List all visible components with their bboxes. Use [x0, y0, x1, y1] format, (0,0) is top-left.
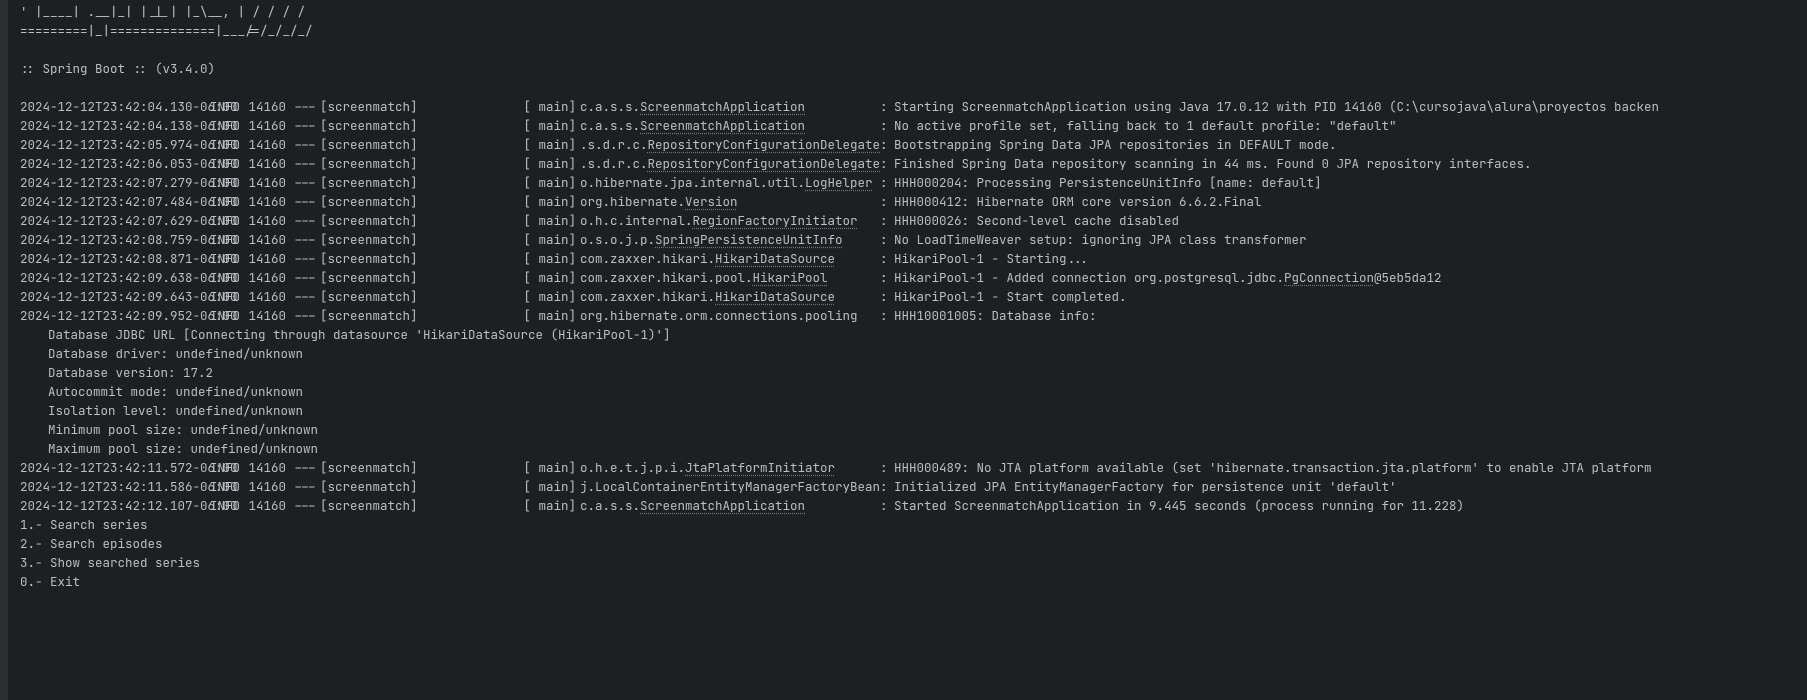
banner-line: :: Spring Boot :: (v3.4.0)	[20, 59, 1807, 78]
log-lines: 2024-12-12T23:42:04.130-06:00INFO 14160-…	[20, 97, 1807, 325]
log-row: 2024-12-12T23:42:11.586-06:00INFO 14160-…	[20, 477, 1807, 496]
log-row: 2024-12-12T23:42:08.759-06:00INFO 14160-…	[20, 230, 1807, 249]
db-info-line: Database driver: undefined/unknown	[20, 344, 1807, 363]
log-row: 2024-12-12T23:42:04.138-06:00INFO 14160-…	[20, 116, 1807, 135]
log-row: 2024-12-12T23:42:12.107-06:00INFO 14160-…	[20, 496, 1807, 515]
banner-line	[20, 40, 1807, 59]
db-info-line: Database JDBC URL [Connecting through da…	[20, 325, 1807, 344]
log-row: 2024-12-12T23:42:09.638-06:00INFO 14160-…	[20, 268, 1807, 287]
log-row: 2024-12-12T23:42:06.053-06:00INFO 14160-…	[20, 154, 1807, 173]
log-row: 2024-12-12T23:42:07.629-06:00INFO 14160-…	[20, 211, 1807, 230]
banner-line: =========|_|==============|___/=/_/_/_/	[20, 21, 1807, 40]
log-row: 2024-12-12T23:42:11.572-06:00INFO 14160-…	[20, 458, 1807, 477]
menu-option: 1.- Search series	[20, 515, 1807, 534]
db-info-line: Isolation level: undefined/unknown	[20, 401, 1807, 420]
log-row: 2024-12-12T23:42:04.130-06:00INFO 14160-…	[20, 97, 1807, 116]
log-row: 2024-12-12T23:42:08.871-06:00INFO 14160-…	[20, 249, 1807, 268]
log-row: 2024-12-12T23:42:05.974-06:00INFO 14160-…	[20, 135, 1807, 154]
application-menu: 1.- Search series2.- Search episodes3.- …	[20, 515, 1807, 591]
log-row: 2024-12-12T23:42:07.279-06:00INFO 14160-…	[20, 173, 1807, 192]
menu-option: 0.- Exit	[20, 572, 1807, 591]
menu-option: 2.- Search episodes	[20, 534, 1807, 553]
banner-line: ' |____| .__|_| |_|_| |_\__, | / / / /	[20, 2, 1807, 21]
banner-line	[20, 78, 1807, 97]
console-output[interactable]: ' |____| .__|_| |_|_| |_\__, | / / / / =…	[8, 0, 1807, 591]
database-info-block: Database JDBC URL [Connecting through da…	[20, 325, 1807, 458]
log-row: 2024-12-12T23:42:09.952-06:00INFO 14160-…	[20, 306, 1807, 325]
log-row: 2024-12-12T23:42:07.484-06:00INFO 14160-…	[20, 192, 1807, 211]
db-info-line: Minimum pool size: undefined/unknown	[20, 420, 1807, 439]
menu-option: 3.- Show searched series	[20, 553, 1807, 572]
log-lines-2: 2024-12-12T23:42:11.572-06:00INFO 14160-…	[20, 458, 1807, 515]
db-info-line: Database version: 17.2	[20, 363, 1807, 382]
log-row: 2024-12-12T23:42:09.643-06:00INFO 14160-…	[20, 287, 1807, 306]
db-info-line: Autocommit mode: undefined/unknown	[20, 382, 1807, 401]
left-gutter	[0, 0, 8, 700]
spring-boot-banner: ' |____| .__|_| |_|_| |_\__, | / / / / =…	[20, 2, 1807, 97]
db-info-line: Maximum pool size: undefined/unknown	[20, 439, 1807, 458]
